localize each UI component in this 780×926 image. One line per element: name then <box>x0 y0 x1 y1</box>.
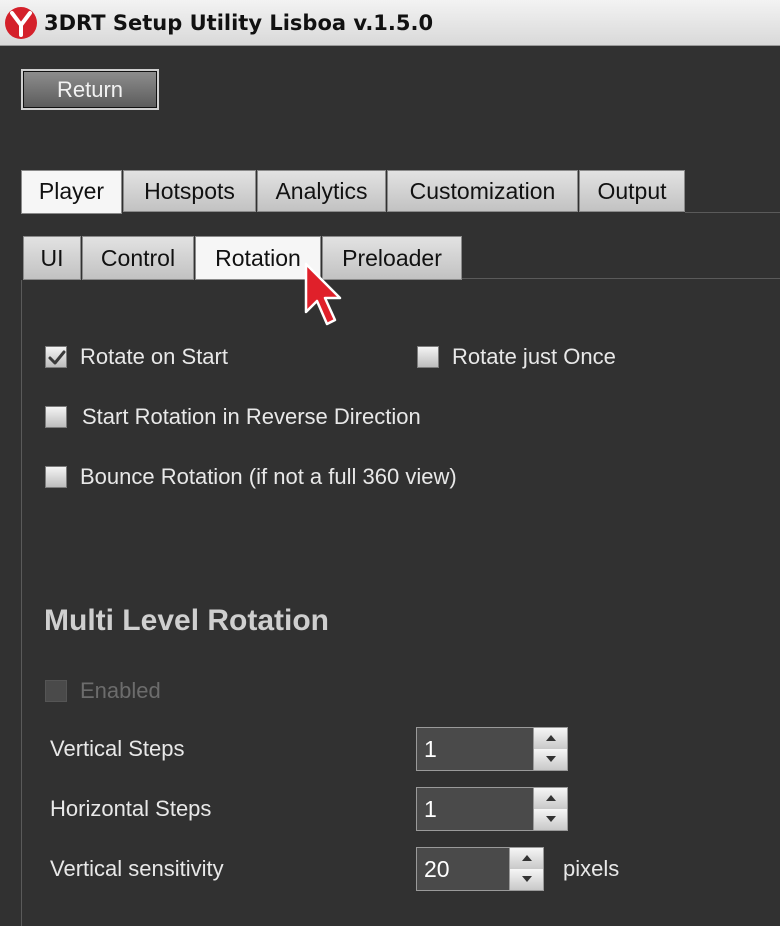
window-title: 3DRT Setup Utility Lisboa v.1.5.0 <box>44 11 434 35</box>
rotate-on-start-label[interactable]: Rotate on Start <box>80 344 228 370</box>
section-title-multi-level-rotation: Multi Level Rotation <box>44 604 329 637</box>
vertical-sensitivity-decrement-button[interactable] <box>509 869 543 890</box>
horizontal-steps-decrement-button[interactable] <box>533 809 567 830</box>
3drt-logo-icon <box>5 7 37 39</box>
horizontal-steps-increment-button[interactable] <box>533 788 567 809</box>
subtab-ui[interactable]: UI <box>23 236 81 280</box>
tab-strip-divider <box>685 212 780 213</box>
subtab-control[interactable]: Control <box>82 236 194 280</box>
vertical-sensitivity-increment-button[interactable] <box>509 848 543 869</box>
enabled-label: Enabled <box>80 678 161 703</box>
arrow-down-icon <box>522 876 532 882</box>
tab-analytics[interactable]: Analytics <box>257 170 386 212</box>
reverse-direction-checkbox[interactable] <box>45 406 67 428</box>
subtab-strip-divider <box>462 278 780 279</box>
rotate-just-once-checkbox[interactable] <box>417 346 439 368</box>
horizontal-steps-stepper[interactable] <box>416 787 568 831</box>
arrow-down-icon <box>546 756 556 762</box>
return-button[interactable]: Return <box>21 69 159 110</box>
sensitivity-unit-label: pixels <box>563 856 620 881</box>
enabled-checkbox[interactable] <box>45 680 67 702</box>
checkmark-icon <box>48 350 66 365</box>
vertical-sensitivity-input[interactable] <box>417 848 509 890</box>
vertical-steps-increment-button[interactable] <box>533 728 567 749</box>
vertical-sensitivity-label: Vertical sensitivity <box>50 856 224 881</box>
vertical-steps-stepper[interactable] <box>416 727 568 771</box>
vertical-sensitivity-stepper[interactable] <box>416 847 544 891</box>
mouse-cursor-icon <box>304 262 342 326</box>
horizontal-steps-label: Horizontal Steps <box>50 796 212 821</box>
panel-left-border <box>21 280 22 926</box>
vertical-steps-input[interactable] <box>417 728 533 770</box>
reverse-direction-label[interactable]: Start Rotation in Reverse Direction <box>82 404 421 430</box>
rotate-on-start-checkbox[interactable] <box>45 346 67 368</box>
arrow-up-icon <box>522 855 532 861</box>
tab-output[interactable]: Output <box>579 170 685 212</box>
tab-hotspots[interactable]: Hotspots <box>123 170 256 212</box>
bounce-rotation-checkbox[interactable] <box>45 466 67 488</box>
arrow-down-icon <box>546 816 556 822</box>
tab-customization[interactable]: Customization <box>387 170 578 212</box>
vertical-steps-decrement-button[interactable] <box>533 749 567 770</box>
horizontal-steps-input[interactable] <box>417 788 533 830</box>
tab-player[interactable]: Player <box>21 170 122 214</box>
bounce-rotation-label[interactable]: Bounce Rotation (if not a full 360 view) <box>80 464 457 490</box>
arrow-up-icon <box>546 795 556 801</box>
vertical-steps-label: Vertical Steps <box>50 736 185 761</box>
title-bar: 3DRT Setup Utility Lisboa v.1.5.0 <box>0 0 780 46</box>
rotate-just-once-label[interactable]: Rotate just Once <box>452 344 616 370</box>
arrow-up-icon <box>546 735 556 741</box>
